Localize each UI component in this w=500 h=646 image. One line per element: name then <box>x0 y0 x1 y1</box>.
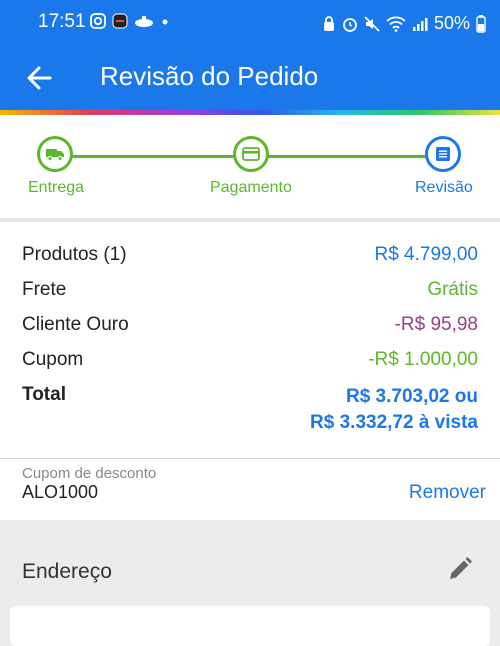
document-icon <box>436 147 450 161</box>
status-time: 17:51 <box>38 11 86 32</box>
battery-level: 50% <box>433 13 470 33</box>
step-label-revisao: Revisão <box>415 179 473 196</box>
summary-value: -R$ 95,98 <box>394 314 478 335</box>
order-summary: Produtos (1) R$ 4.799,00 Frete Grátis Cl… <box>0 222 500 458</box>
summary-label: Produtos (1) <box>22 244 127 265</box>
lock-icon <box>323 15 334 31</box>
total-cash: R$ 3.332,72 à vista <box>310 412 478 433</box>
alarm-icon <box>343 17 357 32</box>
coupon-section: Cupom de desconto ALO1000 Remover <box>0 458 500 521</box>
step-pagamento[interactable] <box>233 136 269 172</box>
notification-icons <box>90 13 170 29</box>
step-entrega[interactable] <box>37 136 73 172</box>
edit-address-button[interactable] <box>446 555 474 583</box>
system-icons: 50% <box>322 13 486 34</box>
status-bar: 17:51 50% <box>0 0 500 45</box>
step-label-pagamento: Pagamento <box>210 179 292 196</box>
total-installments: R$ 3.703,02 ou <box>345 386 478 407</box>
summary-label: Cliente Ouro <box>22 314 129 335</box>
card-icon <box>242 147 260 161</box>
step-revisao[interactable] <box>425 136 461 172</box>
truck-icon <box>46 149 64 161</box>
coupon-code: ALO1000 <box>22 482 99 502</box>
app-header: 17:51 50% Revisão do Pedido <box>0 0 500 110</box>
summary-value: R$ 4.799,00 <box>374 244 478 265</box>
wifi-icon <box>386 16 406 32</box>
coupon-caption: Cupom de desconto <box>22 465 157 482</box>
summary-label: Cupom <box>22 349 84 370</box>
summary-label: Frete <box>22 279 67 300</box>
total-value: R$ 3.703,02 ou R$ 3.332,72 à vista <box>310 384 478 436</box>
submarine-icon <box>135 16 153 27</box>
step-label-entrega: Entrega <box>28 179 85 196</box>
address-card[interactable] <box>10 606 490 646</box>
signal-icon <box>412 17 428 31</box>
app-notification-icon <box>112 13 128 29</box>
remove-coupon-button[interactable]: Remover <box>409 482 486 504</box>
step-connector <box>70 155 234 158</box>
battery-icon <box>476 14 486 33</box>
summary-value: -R$ 1.000,00 <box>368 349 478 370</box>
arrow-left-icon <box>27 66 52 90</box>
step-connector <box>268 155 426 158</box>
mute-icon <box>364 15 380 32</box>
pencil-icon <box>450 557 472 579</box>
page-title: Revisão do Pedido <box>100 61 319 91</box>
checkout-stepper: Entrega Pagamento Revisão <box>0 115 500 218</box>
dot-icon <box>162 19 168 25</box>
total-label: Total <box>22 384 66 405</box>
instagram-icon <box>90 13 106 29</box>
address-title: Endereço <box>22 560 112 583</box>
back-button[interactable] <box>22 60 58 96</box>
summary-value: Grátis <box>427 279 478 300</box>
